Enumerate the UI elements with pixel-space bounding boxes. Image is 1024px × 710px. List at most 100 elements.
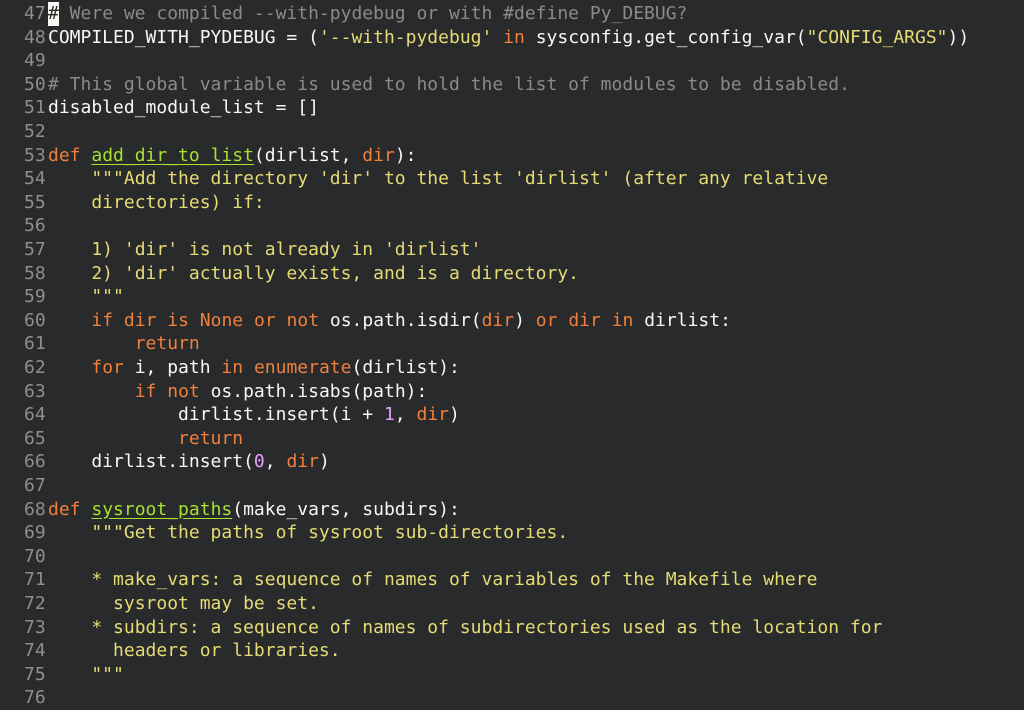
code-line[interactable]: 64 dirlist.insert(i + 1, dir) [0, 403, 460, 427]
line-number: 68 [24, 498, 46, 520]
code-text[interactable]: if dir is None or not os.path.isdir(dir)… [48, 309, 731, 333]
code-token: os.path.isabs(path): [199, 380, 428, 402]
code-text[interactable]: dirlist.insert(0, dir) [48, 450, 329, 474]
code-line[interactable]: 71 * make_vars: a sequence of names of v… [0, 568, 817, 592]
line-number: 74 [24, 640, 46, 662]
code-token: (make_vars, subdirs): [232, 498, 460, 520]
code-line[interactable]: 52 [0, 120, 48, 144]
line-number: 71 [24, 569, 46, 591]
code-line[interactable]: 63 if not os.path.isabs(path): [0, 380, 427, 404]
code-line[interactable]: 59 """ [0, 285, 124, 309]
code-token: def [48, 498, 81, 520]
code-text[interactable]: # This global variable is used to hold t… [48, 73, 850, 97]
code-text[interactable]: return [48, 332, 200, 356]
code-line[interactable]: 75 """ [0, 663, 124, 687]
code-line[interactable]: 55 directories) if: [0, 191, 265, 215]
code-token: sysconfig.get_config_var( [524, 26, 807, 48]
code-text[interactable]: disabled_module_list = [] [48, 96, 319, 120]
code-token: 0 [253, 451, 265, 473]
line-number: 69 [24, 522, 46, 544]
code-text[interactable]: for i, path in enumerate(dirlist): [48, 356, 460, 380]
line-number: 60 [24, 309, 46, 331]
code-line[interactable]: 66 dirlist.insert(0, dir) [0, 450, 330, 474]
code-token: enumerate [253, 357, 352, 378]
code-line[interactable]: 54 """Add the directory 'dir' to the lis… [0, 167, 828, 191]
code-line[interactable]: 70 [0, 545, 48, 569]
code-token: if [91, 309, 114, 331]
code-line[interactable]: 49 [0, 49, 48, 73]
code-token: '--with-pydebug' [318, 26, 493, 48]
line-number: 53 [24, 144, 46, 166]
code-token: i, path [123, 357, 222, 378]
code-text[interactable]: def add_dir_to_list(dirlist, dir): [48, 144, 417, 168]
line-number: 58 [24, 262, 46, 284]
code-line[interactable]: 68 def sysroot_paths(make_vars, subdirs): [0, 498, 460, 522]
code-line[interactable]: 57 1) 'dir' is not already in 'dirlist' [0, 238, 481, 262]
code-line[interactable]: 73 * subdirs: a sequence of names of sub… [0, 616, 882, 640]
code-text[interactable]: """Add the directory 'dir' to the list '… [48, 167, 828, 191]
code-text[interactable]: sysroot may be set. [48, 592, 319, 616]
code-text[interactable]: """Get the paths of sysroot sub-director… [48, 521, 568, 545]
code-token: Were we compiled --with-pydebug or with … [58, 3, 688, 24]
code-text[interactable]: directories) if: [48, 191, 264, 215]
code-line[interactable]: 51 disabled_module_list = [] [0, 96, 319, 120]
code-text[interactable]: return [48, 427, 243, 451]
code-text[interactable]: 1) 'dir' is not already in 'dirlist' [48, 238, 481, 262]
code-token: ) [449, 404, 460, 426]
code-token: # This global variable is used to hold t… [48, 73, 850, 95]
line-number: 67 [24, 475, 46, 496]
code-text[interactable]: COMPILED_WITH_PYDEBUG = ('--with-pydebug… [48, 26, 969, 50]
code-token: (dirlist, [253, 144, 363, 166]
code-line[interactable]: 67 [0, 474, 48, 498]
code-token: """ [48, 663, 124, 685]
code-text[interactable]: 2) 'dir' actually exists, and is a direc… [48, 262, 579, 286]
code-line[interactable]: 61 return [0, 332, 200, 356]
code-line[interactable]: 48 COMPILED_WITH_PYDEBUG = ('--with-pydeb… [0, 26, 969, 50]
code-line[interactable]: 65 return [0, 427, 243, 451]
code-text[interactable]: """ [48, 285, 124, 309]
code-editor[interactable]: 47 # Were we compiled --with-pydebug or w… [0, 0, 1024, 710]
code-token: COMPILED_WITH_PYDEBUG = ( [48, 26, 319, 48]
code-token: headers or libraries. [48, 640, 341, 662]
code-text[interactable]: dirlist.insert(i + 1, dir) [48, 403, 460, 427]
code-line[interactable]: 58 2) 'dir' actually exists, and is a di… [0, 262, 579, 286]
code-line[interactable]: 76 [0, 686, 48, 710]
code-text[interactable]: # Were we compiled --with-pydebug or wit… [48, 2, 687, 26]
code-text[interactable]: * subdirs: a sequence of names of subdir… [48, 616, 882, 640]
code-line[interactable]: 53 def add_dir_to_list(dirlist, dir): [0, 144, 417, 168]
code-token: not [167, 380, 200, 402]
code-token: sysroot_paths [91, 498, 233, 520]
code-line[interactable]: 60 if dir is None or not os.path.isdir(d… [0, 309, 731, 333]
code-text[interactable]: headers or libraries. [48, 639, 341, 663]
code-line[interactable]: 72 sysroot may be set. [0, 592, 319, 616]
line-number: 57 [24, 239, 46, 260]
code-token: os.path.isdir( [319, 309, 482, 331]
code-line[interactable]: 62 for i, path in enumerate(dirlist): [0, 356, 460, 380]
code-line[interactable]: 47 # Were we compiled --with-pydebug or w… [0, 2, 687, 26]
code-token: is [167, 309, 189, 331]
line-number: 49 [24, 50, 46, 72]
code-token: )) [947, 26, 970, 48]
code-line[interactable]: 56 [0, 214, 48, 238]
code-token: not [286, 309, 320, 331]
code-text[interactable]: * make_vars: a sequence of names of vari… [48, 568, 817, 592]
code-token: sysroot may be set. [48, 593, 319, 614]
code-line[interactable]: 69 """Get the paths of sysroot sub-direc… [0, 521, 568, 545]
code-line[interactable]: 74 headers or libraries. [0, 639, 341, 663]
code-token: """Get the paths of sysroot sub-director… [48, 522, 569, 544]
line-number: 59 [24, 286, 46, 308]
code-line[interactable]: 50 # This global variable is used to hold… [0, 73, 850, 97]
code-text[interactable]: """ [48, 663, 124, 687]
code-token: for [91, 357, 124, 378]
line-number: 62 [24, 357, 46, 378]
code-text[interactable]: if not os.path.isabs(path): [48, 380, 428, 404]
line-number: 64 [24, 404, 46, 426]
code-text[interactable]: def sysroot_paths(make_vars, subdirs): [48, 498, 460, 522]
